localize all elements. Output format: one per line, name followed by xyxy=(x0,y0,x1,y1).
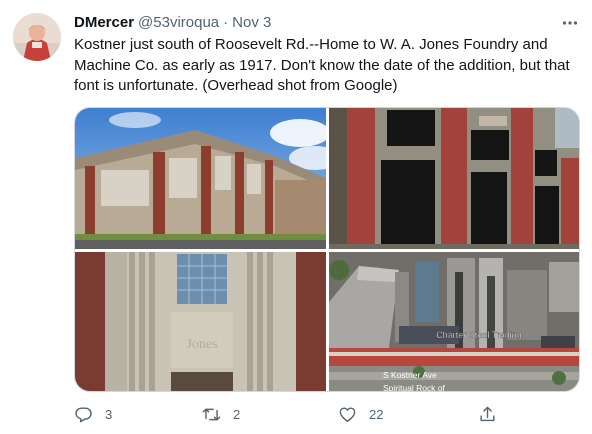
map-business-label: Charter Steel Trading xyxy=(436,330,522,340)
media-photo-3[interactable]: Jones xyxy=(75,252,326,391)
retweet-count: 2 xyxy=(233,406,241,422)
retweet-button[interactable]: 2 xyxy=(202,401,240,427)
reply-count: 3 xyxy=(105,406,113,422)
like-button[interactable]: 22 xyxy=(338,401,383,427)
map-church-label: Spiritual Rock of xyxy=(383,383,446,392)
retweet-icon xyxy=(202,407,221,421)
avatar[interactable] xyxy=(13,13,61,61)
media-photo-2[interactable] xyxy=(329,108,579,249)
user-handle[interactable]: @53viroqua xyxy=(138,13,219,33)
reply-icon xyxy=(75,406,92,422)
avatar-portrait-icon xyxy=(13,13,61,61)
tweet[interactable]: DMercer @53viroqua · Nov 3 Kostner just … xyxy=(0,0,592,434)
reply-button[interactable]: 3 xyxy=(74,401,112,427)
photo-stone-entrance-jones-sign-icon: Jones xyxy=(75,252,326,391)
more-options-button[interactable] xyxy=(558,12,582,34)
display-name[interactable]: DMercer xyxy=(74,13,134,33)
photo-brick-facade-windows-icon xyxy=(329,108,579,249)
photo-aerial-view-icon: Charter Steel Trading S Kostner Ave Spir… xyxy=(329,252,579,392)
tweet-header: DMercer @53viroqua · Nov 3 xyxy=(74,13,271,33)
map-street-label: S Kostner Ave xyxy=(383,370,437,380)
header-separator: · xyxy=(223,14,229,31)
media-photo-1[interactable] xyxy=(75,108,326,249)
jones-sign-text: Jones xyxy=(186,337,217,352)
timestamp-link[interactable]: Nov 3 xyxy=(232,13,271,33)
tweet-text: Kostner just south of Roosevelt Rd.--Hom… xyxy=(74,36,570,94)
share-icon xyxy=(480,406,495,421)
heart-icon xyxy=(339,406,356,422)
photo-brick-factory-street-icon xyxy=(75,108,326,249)
more-horizontal-icon xyxy=(562,21,578,25)
media-grid: Jones Charter Steel Trading S Kostner Av… xyxy=(74,107,580,392)
media-photo-4[interactable]: Charter Steel Trading S Kostner Ave Spir… xyxy=(329,252,579,392)
like-count: 22 xyxy=(369,406,384,422)
share-button[interactable] xyxy=(478,401,497,427)
tweet-actions: 3 2 22 xyxy=(74,401,514,427)
